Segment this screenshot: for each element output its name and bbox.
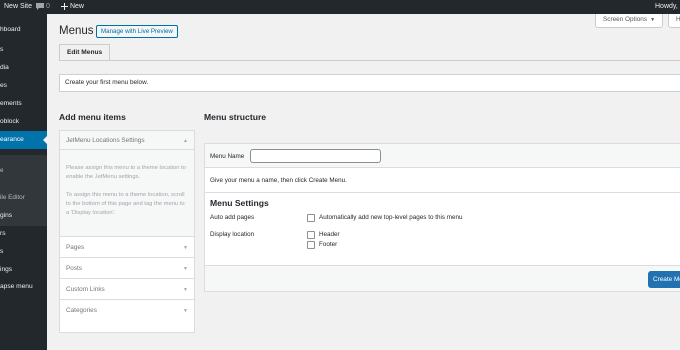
chevron-up-icon[interactable]: ▲: [183, 138, 188, 144]
menu-structure-panel: Menu Name Give your menu a name, then cl…: [204, 143, 680, 292]
page-title: Menus: [59, 25, 94, 37]
caret-down-icon: ▼: [650, 17, 656, 23]
accordion-title: Custom Links: [66, 286, 105, 293]
menu-hint-text: Give your menu a name, then click Create…: [210, 177, 347, 184]
auto-add-pages-checkbox[interactable]: [307, 214, 315, 222]
sidebar-item-label: dia: [0, 64, 9, 71]
sidebar-item-label: ings: [0, 266, 13, 273]
new-label: New: [69, 3, 84, 10]
footer-location-checkbox[interactable]: [307, 241, 315, 249]
sidebar-item-label: apse menu: [0, 283, 33, 290]
menu-name-label: Menu Name: [210, 153, 245, 160]
sidebar-item-label: rs: [0, 230, 6, 237]
manage-live-preview-button[interactable]: Manage with Live Preview: [96, 25, 178, 38]
sidebar-item-label: ements: [0, 100, 22, 107]
sidebar-collapse-menu[interactable]: apse menu: [0, 278, 47, 296]
sidebar-item-label: oblock: [0, 118, 20, 125]
sidebar-item-appearance[interactable]: earance: [0, 131, 47, 149]
site-name-link[interactable]: New Site: [4, 0, 32, 14]
submenu-item-customize[interactable]: e: [0, 164, 47, 178]
screen-options-button[interactable]: Screen Options ▼: [595, 14, 664, 28]
header-location-checkbox[interactable]: [307, 231, 315, 239]
sidebar-item-settings[interactable]: ings: [0, 261, 47, 279]
plus-icon: [61, 2, 68, 10]
auto-add-pages-label: Auto add pages: [210, 214, 255, 221]
sidebar-item-plugins[interactable]: gins: [0, 207, 47, 225]
accordion-posts[interactable]: Posts ▼: [60, 258, 194, 279]
notice-box: Create your first menu below.: [59, 74, 680, 92]
menu-name-input[interactable]: [250, 149, 381, 163]
accordion-jetmenu-locations: JetMenu Locations Settings ▲ Please assi…: [60, 131, 194, 237]
add-menu-items-heading: Add menu items: [59, 112, 126, 122]
sidebar-item-oblock[interactable]: oblock: [0, 113, 47, 131]
comments-link[interactable]: 0: [36, 0, 50, 14]
admin-bar: New Site 0 New Howdy, a: [0, 0, 680, 14]
sidebar-item-label: gins: [0, 212, 13, 219]
sidebar-item-label: hboard: [0, 26, 21, 33]
submenu-item-label: e: [0, 167, 4, 174]
menu-name-row: Menu Name: [205, 144, 680, 168]
help-label: He: [676, 16, 680, 23]
display-location-label: Display location: [210, 231, 255, 238]
sidebar-item-tools[interactable]: s: [0, 243, 47, 261]
submenu-item-label: ile Editor: [0, 194, 25, 201]
menu-structure-body: Give your menu a name, then click Create…: [205, 168, 680, 266]
sidebar-item-label: earance: [0, 136, 24, 143]
chevron-down-icon: ▼: [183, 308, 188, 314]
accordion-title: Pages: [66, 244, 85, 251]
screen-options-label: Screen Options: [603, 16, 648, 23]
accordion-title: Posts: [66, 265, 82, 272]
chevron-down-icon: ▼: [183, 287, 188, 293]
auto-add-pages-option: Automatically add new top-level pages to…: [319, 214, 463, 221]
sidebar-item-label: es: [0, 82, 7, 89]
header-location-label: Header: [319, 231, 340, 238]
add-menu-items-accordion: JetMenu Locations Settings ▲ Please assi…: [59, 130, 195, 333]
main-content: Screen Options▼ He Menus Manage with Liv…: [47, 14, 680, 350]
menu-settings-heading: Menu Settings: [210, 198, 269, 208]
divider: [60, 149, 194, 150]
admin-sidebar: hboard s dia es ements oblock earance e …: [0, 14, 47, 350]
sidebar-item-elements[interactable]: ements: [0, 95, 47, 113]
submenu-item-theme-file-editor[interactable]: ile Editor: [0, 191, 47, 205]
new-content-link[interactable]: New: [61, 0, 84, 14]
create-menu-button[interactable]: Create Menu: [648, 271, 680, 288]
jetmenu-text-1: Please assign this menu to a theme locat…: [66, 165, 186, 180]
comments-count: 0: [45, 3, 50, 10]
tab-edit-menus[interactable]: Edit Menus: [59, 44, 111, 61]
divider: [205, 192, 680, 193]
howdy-user-link[interactable]: Howdy, a: [655, 0, 680, 14]
accordion-pages[interactable]: Pages ▼: [60, 237, 194, 258]
chevron-down-icon: ▼: [183, 266, 188, 272]
sidebar-item-label: s: [0, 46, 4, 53]
sidebar-item-media[interactable]: dia: [0, 59, 47, 77]
jetmenu-text-2: To assign this menu to a theme location,…: [66, 192, 185, 216]
sidebar-item-dashboard[interactable]: hboard: [0, 21, 47, 39]
sidebar-item-posts[interactable]: s: [0, 41, 47, 59]
sidebar-item-pages[interactable]: es: [0, 77, 47, 95]
accordion-categories[interactable]: Categories ▼: [60, 300, 194, 321]
accordion-title[interactable]: JetMenu Locations Settings: [66, 137, 145, 144]
accordion-custom-links[interactable]: Custom Links ▼: [60, 279, 194, 300]
chevron-down-icon: ▼: [183, 245, 188, 251]
help-button[interactable]: He: [668, 14, 680, 28]
tab-divider: [59, 60, 680, 61]
accordion-title: Categories: [66, 307, 97, 314]
footer-location-label: Footer: [319, 241, 338, 248]
menu-structure-heading: Menu structure: [204, 112, 267, 122]
comment-icon: [36, 2, 44, 10]
sidebar-item-label: s: [0, 248, 4, 255]
sidebar-item-users[interactable]: rs: [0, 225, 47, 243]
